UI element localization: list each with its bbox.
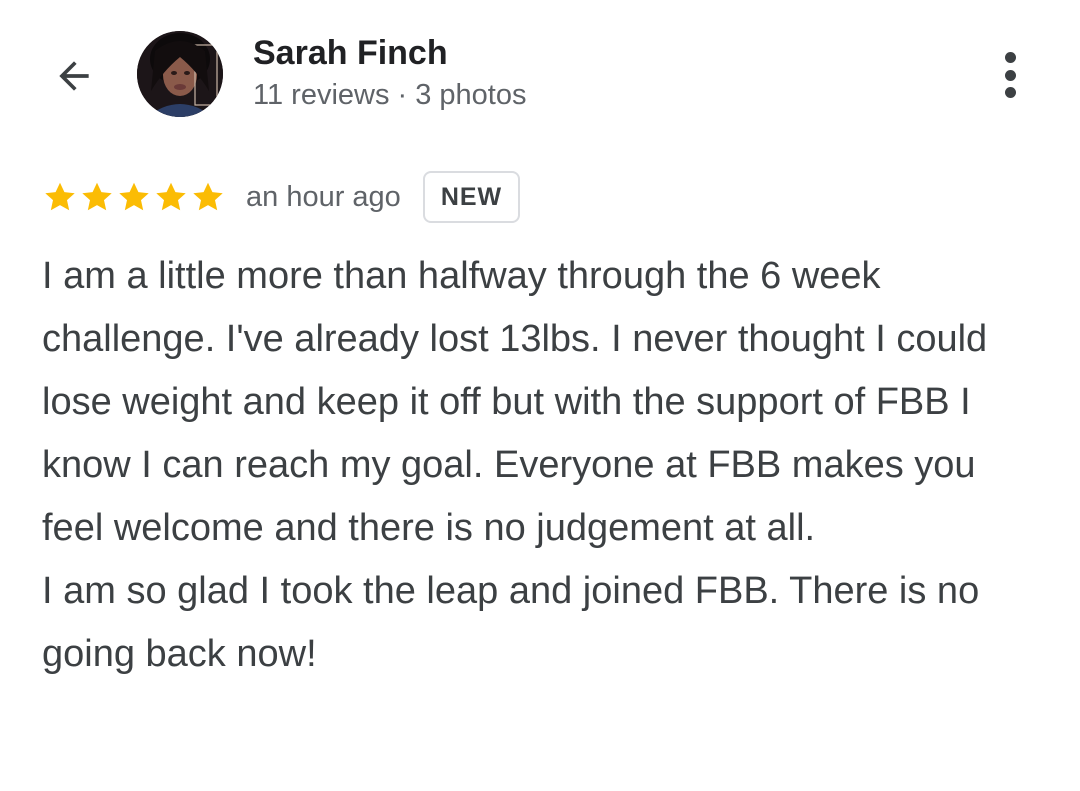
more-vert-icon-dot bbox=[1004, 87, 1016, 98]
new-badge: NEW bbox=[422, 171, 521, 223]
review-header: Sarah Finch 11 reviews · 3 photos bbox=[0, 0, 1080, 150]
arrow-back-icon bbox=[59, 61, 89, 91]
star-rating bbox=[42, 179, 226, 215]
back-button[interactable] bbox=[48, 50, 100, 102]
star-icon bbox=[82, 182, 112, 211]
star-icon bbox=[156, 182, 186, 211]
more-vert-icon-dot bbox=[1004, 52, 1016, 63]
star-icon bbox=[193, 182, 223, 211]
more-vert-icon-dot bbox=[1004, 69, 1016, 81]
star-icon bbox=[119, 182, 149, 211]
avatar[interactable] bbox=[137, 31, 223, 117]
reviewer-stats[interactable]: 11 reviews · 3 photos bbox=[253, 77, 527, 113]
more-options-button[interactable] bbox=[988, 48, 1032, 102]
review-text: I am a little more than halfway through … bbox=[42, 255, 988, 675]
avatar-image bbox=[137, 31, 223, 117]
review-time: an hour ago bbox=[246, 180, 401, 213]
star-icon bbox=[45, 182, 75, 211]
reviewer-name[interactable]: Sarah Finch bbox=[253, 33, 448, 73]
review-meta: an hour ago NEW bbox=[42, 170, 521, 224]
